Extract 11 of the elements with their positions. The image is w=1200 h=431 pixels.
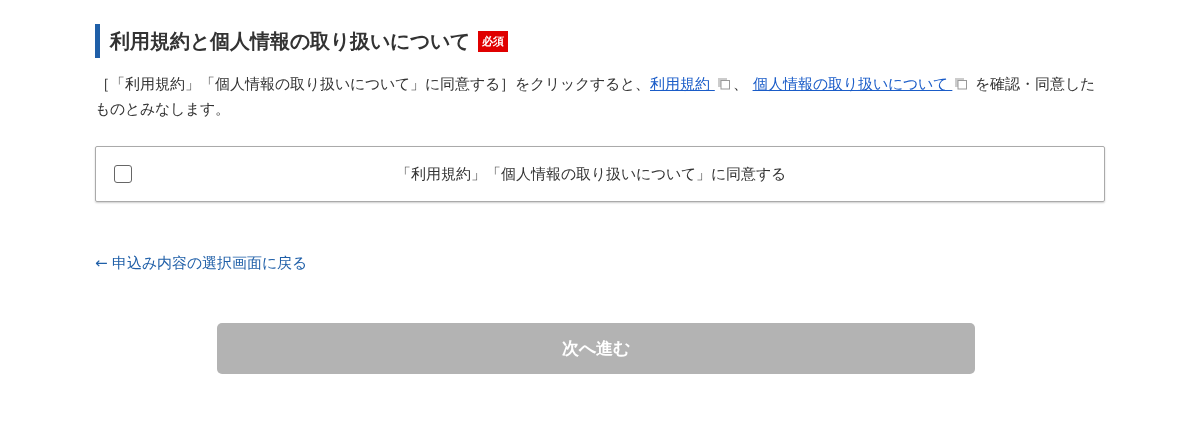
agreement-label: 「利用規約」「個人情報の取り扱いについて」に同意する: [395, 164, 787, 184]
external-window-icon: [954, 77, 969, 91]
external-window-icon: [716, 77, 731, 91]
document-link[interactable]: 個人情報の取り扱いについて: [752, 75, 953, 93]
agreement-card[interactable]: 「利用規約」「個人情報の取り扱いについて」に同意する: [95, 146, 1105, 202]
required-badge: 必須: [478, 30, 508, 52]
consent-notice: ［「利用規約」「個人情報の取り扱いについて」に同意する］をクリックすると、利用規約 、 個人情報の取り扱いについて を確認・同意したものとみなします。: [95, 74, 1097, 120]
section-title: 利用規約と個人情報の取り扱いについて: [110, 27, 470, 55]
back-link[interactable]: ← 申込み内容の選択画面に戻る: [95, 254, 308, 273]
document-link[interactable]: 利用規約: [650, 75, 715, 93]
agreement-checkbox[interactable]: [114, 165, 132, 183]
